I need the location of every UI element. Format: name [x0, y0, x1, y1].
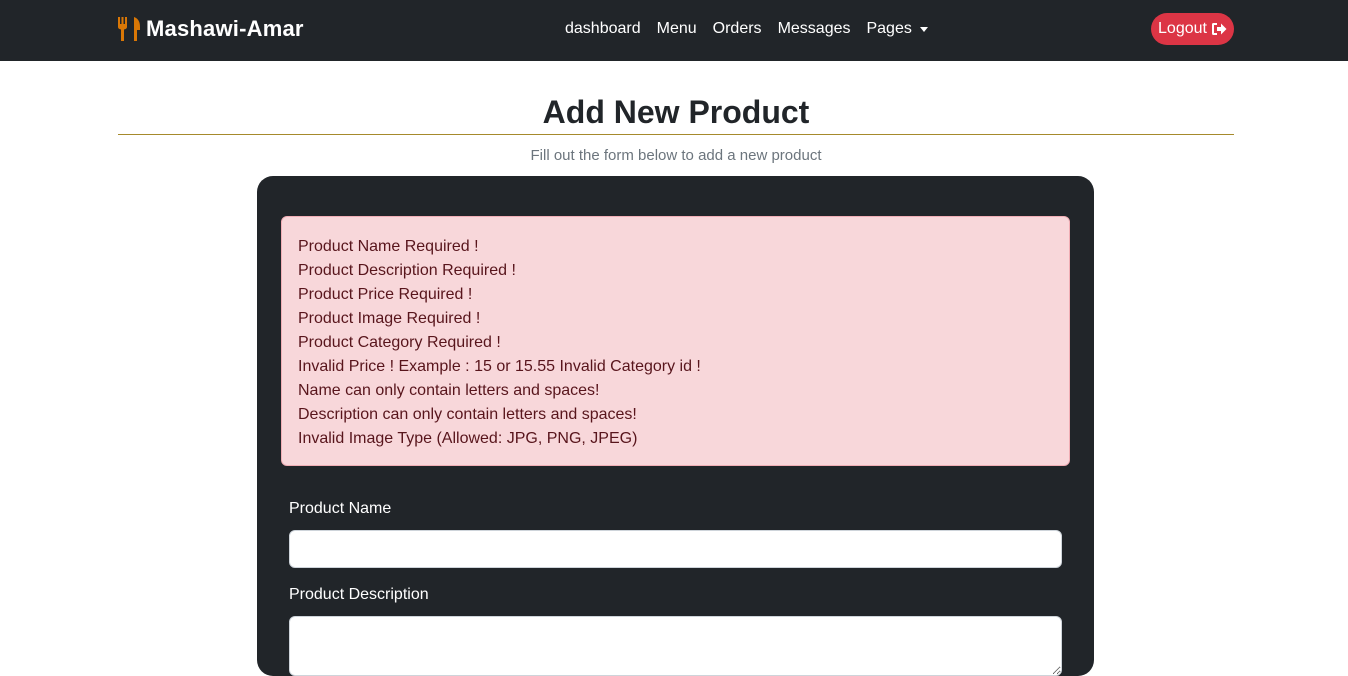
error-message: Product Description Required !	[298, 262, 516, 279]
error-message: Invalid Image Type (Allowed: JPG, PNG, J…	[298, 430, 638, 447]
error-alert: Product Name Required ! Product Descript…	[281, 216, 1070, 466]
nav-pages-dropdown[interactable]: Pages	[866, 20, 928, 38]
product-name-label: Product Name	[289, 500, 392, 517]
logout-button[interactable]: Logout	[1151, 13, 1234, 45]
error-message: Product Category Required !	[298, 334, 501, 351]
brand-link[interactable]: Mashawi-Amar	[117, 14, 304, 44]
product-description-input[interactable]	[289, 616, 1062, 676]
logout-label: Logout	[1158, 20, 1207, 37]
page-subtitle: Fill out the form below to add a new pro…	[530, 147, 822, 164]
title-divider	[118, 134, 1234, 135]
nav-messages[interactable]: Messages	[778, 20, 851, 38]
nav-dashboard[interactable]: dashboard	[565, 20, 641, 38]
brand-name: Mashawi-Amar	[146, 16, 304, 41]
error-message: Description can only contain letters and…	[298, 406, 637, 423]
error-message: Invalid Price ! Example : 15 or 15.55 In…	[298, 358, 701, 375]
nav-menu[interactable]: Menu	[657, 20, 697, 38]
error-message: Product Name Required !	[298, 238, 479, 255]
sign-out-icon	[1211, 23, 1227, 35]
nav-pages-label: Pages	[866, 20, 912, 37]
product-name-input[interactable]	[289, 530, 1062, 568]
nav-orders[interactable]: Orders	[713, 20, 762, 38]
error-message: Product Price Required !	[298, 286, 473, 303]
top-navbar: Mashawi-Amar dashboard Menu Orders Messa…	[0, 0, 1348, 61]
caret-down-icon	[919, 26, 928, 32]
main-nav: dashboard Menu Orders Messages Pages	[565, 18, 928, 40]
page-title: Add New Product	[542, 94, 810, 130]
product-description-label: Product Description	[289, 586, 429, 603]
utensils-icon	[118, 17, 140, 41]
error-message: Name can only contain letters and spaces…	[298, 382, 600, 399]
error-message: Product Image Required !	[298, 310, 481, 327]
add-product-form: Product Name Required ! Product Descript…	[257, 176, 1094, 676]
